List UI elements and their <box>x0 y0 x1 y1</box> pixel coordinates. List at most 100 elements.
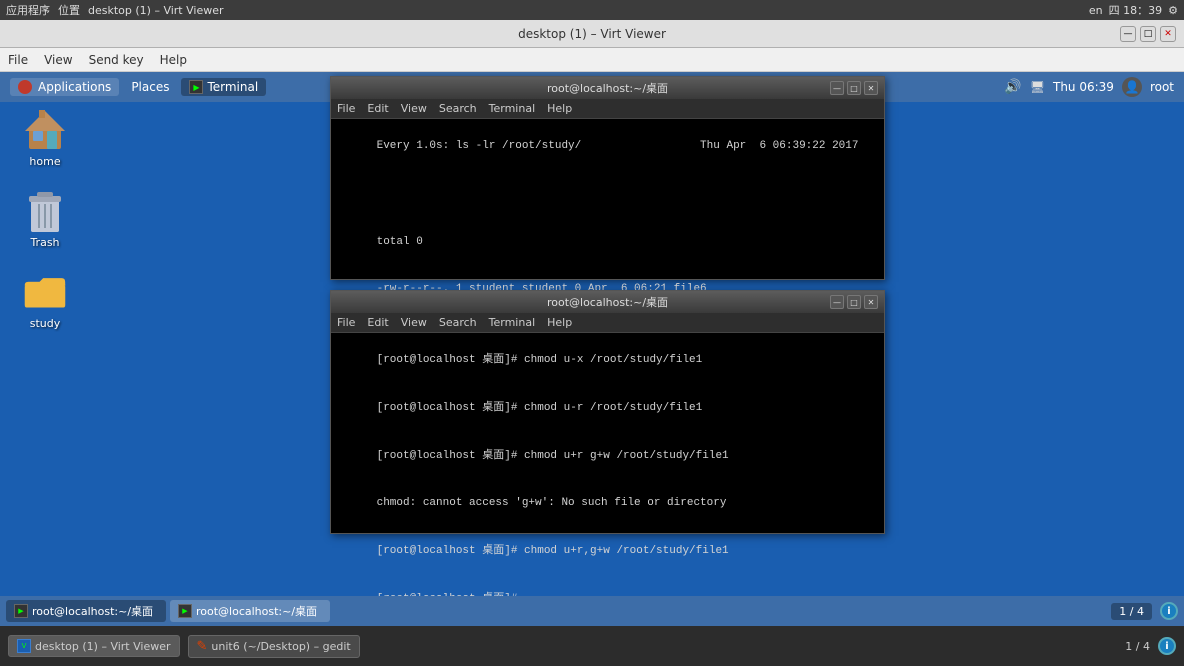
info-icon[interactable]: i <box>1158 637 1176 655</box>
desktop-icon-home[interactable]: home <box>10 107 80 168</box>
terminal2-restore[interactable]: □ <box>847 295 861 309</box>
terminal2-titlebar: root@localhost:~/桌面 — □ ✕ <box>331 291 884 313</box>
terminal-menu-btn[interactable]: ▶ Terminal <box>181 78 266 96</box>
t1-total: total 0 <box>377 236 423 248</box>
bottombar-items: V desktop (1) – Virt Viewer ✎ unit6 (~/D… <box>8 635 360 658</box>
bottombar-label-2: unit6 (~/Desktop) – gedit <box>211 640 350 653</box>
terminal2-win-btns: — □ ✕ <box>830 295 878 309</box>
taskbar-icon-2: ▶ <box>178 604 192 618</box>
trash-icon-label: Trash <box>30 236 59 249</box>
t2-line5: [root@localhost 桌面]# chmod u+r,g+w /root… <box>377 545 729 557</box>
desktop-icon-study[interactable]: study <box>10 269 80 330</box>
t2-line3: [root@localhost 桌面]# chmod u+r g+w /root… <box>377 450 729 462</box>
t2-line4: chmod: cannot access 'g+w': No such file… <box>377 497 727 509</box>
guest-user: root <box>1150 80 1174 94</box>
t2-menu-view[interactable]: View <box>401 316 427 329</box>
t1-menu-search[interactable]: Search <box>439 102 477 115</box>
taskbar-icon-1: ▶ <box>14 604 28 618</box>
t1-menu-help[interactable]: Help <box>547 102 572 115</box>
t1-menu-file[interactable]: File <box>337 102 355 115</box>
t2-menu-edit[interactable]: Edit <box>367 316 388 329</box>
host-lang: en <box>1089 4 1103 17</box>
terminal1-title: root@localhost:~/桌面 <box>547 80 668 96</box>
terminal1-win-btns: — □ ✕ <box>830 81 878 95</box>
taskbar-label-1: root@localhost:~/桌面 <box>32 603 153 619</box>
terminal2-minimize[interactable]: — <box>830 295 844 309</box>
menu-help[interactable]: Help <box>160 53 187 67</box>
restore-button[interactable]: □ <box>1140 26 1156 42</box>
trash-icon <box>23 188 67 232</box>
applications-menu[interactable]: Applications <box>10 78 119 96</box>
terminal2-content[interactable]: [root@localhost 桌面]# chmod u-x /root/stu… <box>331 333 884 533</box>
bottombar-item-1[interactable]: V desktop (1) – Virt Viewer <box>8 635 180 657</box>
virt-viewer-title: desktop (1) – Virt Viewer <box>518 27 666 41</box>
user-icon: 👤 <box>1122 77 1142 97</box>
menu-view[interactable]: View <box>44 53 72 67</box>
terminal1-content: Every 1.0s: ls -lr /root/study/ Thu Apr … <box>331 119 884 279</box>
guest-info-icon[interactable]: i <box>1160 602 1178 620</box>
desktop-icons: home Trash <box>10 107 80 330</box>
t1-menu-view[interactable]: View <box>401 102 427 115</box>
guest-time: Thu 06:39 <box>1053 80 1114 94</box>
terminal-window-2: root@localhost:~/桌面 — □ ✕ File Edit View… <box>330 290 885 534</box>
host-pos-label[interactable]: 位置 <box>58 2 80 18</box>
host-settings-icon[interactable]: ⚙ <box>1168 4 1178 17</box>
virt-viewer-bottombar: V desktop (1) – Virt Viewer ✎ unit6 (~/D… <box>0 626 1184 666</box>
taskbar-right: 1 / 4 i <box>1111 602 1178 620</box>
terminal-menu-label: Terminal <box>207 80 258 94</box>
home-icon-label: home <box>29 155 60 168</box>
terminal1-restore[interactable]: □ <box>847 81 861 95</box>
host-topbar-right: en 四 18：39 ⚙ <box>1089 2 1178 18</box>
virt-viewer-taskicon: V <box>17 639 31 653</box>
menu-send-key[interactable]: Send key <box>89 53 144 67</box>
taskbar-item-2[interactable]: ▶ root@localhost:~/桌面 <box>170 600 330 622</box>
t2-menu-file[interactable]: File <box>337 316 355 329</box>
screen-icon[interactable]: 🖥 <box>1030 80 1045 94</box>
taskbar-item-1[interactable]: ▶ root@localhost:~/桌面 <box>6 600 166 622</box>
virt-viewer-controls: — □ ✕ <box>1120 26 1176 42</box>
guest-bottombar: ▶ root@localhost:~/桌面 ▶ root@localhost:~… <box>0 596 1184 626</box>
t2-line2: [root@localhost 桌面]# chmod u-r /root/stu… <box>377 402 703 414</box>
terminal1-close[interactable]: ✕ <box>864 81 878 95</box>
terminal1-minimize[interactable]: — <box>830 81 844 95</box>
applications-label: Applications <box>38 80 111 94</box>
t1-menu-terminal[interactable]: Terminal <box>489 102 536 115</box>
places-menu[interactable]: Places <box>123 78 177 96</box>
guest-desktop: Applications Places ▶ Terminal 🔊 🖥 Thu 0… <box>0 72 1184 626</box>
terminal2-title: root@localhost:~/桌面 <box>547 294 668 310</box>
terminal2-menubar: File Edit View Search Terminal Help <box>331 313 884 333</box>
gedit-icon: ✎ <box>197 639 208 654</box>
guest-topbar-left: Applications Places ▶ Terminal <box>10 78 266 96</box>
menu-file[interactable]: File <box>8 53 28 67</box>
t2-menu-terminal[interactable]: Terminal <box>489 316 536 329</box>
t2-line1: [root@localhost 桌面]# chmod u-x /root/stu… <box>377 354 703 366</box>
guest-topbar-right: 🔊 🖥 Thu 06:39 👤 root <box>1004 77 1174 97</box>
sound-icon[interactable]: 🔊 <box>1004 79 1021 95</box>
host-app-label[interactable]: 应用程序 <box>6 2 50 18</box>
close-button[interactable]: ✕ <box>1160 26 1176 42</box>
bottombar-label-1: desktop (1) – Virt Viewer <box>35 640 171 653</box>
minimize-button[interactable]: — <box>1120 26 1136 42</box>
host-topbar: 应用程序 位置 desktop (1) – Virt Viewer en 四 1… <box>0 0 1184 20</box>
home-icon <box>23 107 67 151</box>
study-icon-label: study <box>30 317 61 330</box>
bottombar-item-2[interactable]: ✎ unit6 (~/Desktop) – gedit <box>188 635 360 658</box>
host-viewer-label[interactable]: desktop (1) – Virt Viewer <box>88 4 224 17</box>
applications-icon <box>18 80 32 94</box>
desktop-icon-trash[interactable]: Trash <box>10 188 80 249</box>
guest-page-indicator: 1 / 4 <box>1111 603 1152 620</box>
terminal1-menubar: File Edit View Search Terminal Help <box>331 99 884 119</box>
t2-menu-search[interactable]: Search <box>439 316 477 329</box>
virt-viewer-titlebar: desktop (1) – Virt Viewer — □ ✕ <box>0 20 1184 48</box>
folder-icon <box>23 269 67 313</box>
terminal2-close[interactable]: ✕ <box>864 295 878 309</box>
taskbar-label-2: root@localhost:~/桌面 <box>196 603 317 619</box>
terminal-window-1: root@localhost:~/桌面 — □ ✕ File Edit View… <box>330 76 885 280</box>
host-time: 四 18：39 <box>1109 2 1163 18</box>
t1-header: Every 1.0s: ls -lr /root/study/ Thu Apr … <box>377 140 859 152</box>
bottombar-right: 1 / 4 i <box>1125 637 1176 655</box>
terminal-menu-icon: ▶ <box>189 80 203 94</box>
t2-menu-help[interactable]: Help <box>547 316 572 329</box>
virt-viewer-menubar: File View Send key Help <box>0 48 1184 72</box>
t1-menu-edit[interactable]: Edit <box>367 102 388 115</box>
